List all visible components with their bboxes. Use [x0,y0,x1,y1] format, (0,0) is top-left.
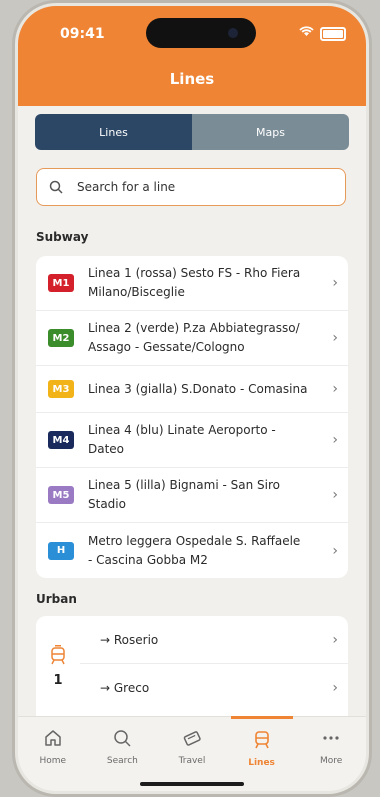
line-title: Linea 3 (gialla) S.Donato - Comasina [88,381,308,396]
segment-lines[interactable]: Lines [35,114,192,150]
search-icon [112,729,132,751]
line-subtitle: - Cascina Gobba M2 [88,552,208,567]
line-title: Linea 4 (blu) Linate Aeroporto - [88,423,276,437]
section-title-urban: Urban [36,592,77,606]
route-destination: → Roserio [100,632,159,647]
line-subtitle: Dateo [88,442,125,456]
line-row-m1[interactable]: M1 Linea 1 (rossa) Sesto FS - Rho Fiera M… [36,256,348,311]
tab-label: Travel [178,756,206,766]
line-badge: H [48,541,74,560]
urban-line-number: 1 [53,672,63,688]
battery-icon [320,26,346,41]
wifi-icon [299,26,314,41]
chevron-right-icon: › [332,679,338,696]
tab-label: Lines [248,758,275,768]
line-badge: M2 [48,329,74,347]
urban-line-group: 1 [36,616,80,716]
subway-card: M1 Linea 1 (rossa) Sesto FS - Rho Fiera M… [36,256,348,578]
tab-bar: Home Search Travel Lines More [18,716,366,791]
line-row-m3[interactable]: M3 Linea 3 (gialla) S.Donato - Comasina … [36,366,348,413]
line-row-h[interactable]: H Metro leggera Ospedale S. Raffaele - Ca… [36,523,348,578]
chevron-right-icon: › [332,381,338,397]
line-subtitle: Milano/Bisceglie [88,285,185,299]
tab-travel[interactable]: Travel [157,717,227,791]
line-badge: M3 [48,380,74,398]
line-title: Linea 1 (rossa) Sesto FS - Rho Fiera [88,266,301,280]
section-title-subway: Subway [36,230,89,244]
line-badge: M5 [48,486,74,504]
tram-icon [252,729,272,753]
search-icon [49,180,71,194]
tab-lines[interactable]: Lines [227,716,297,791]
segment-maps[interactable]: Maps [192,114,349,150]
ticket-icon [182,729,202,751]
chevron-right-icon: › [332,432,338,448]
line-row-m4[interactable]: M4 Linea 4 (blu) Linate Aeroporto - Dateo… [36,413,348,468]
line-badge: M1 [48,274,74,292]
tab-more[interactable]: More [296,717,366,791]
chevron-right-icon: › [332,275,338,291]
page-title: Lines [169,70,215,88]
chevron-right-icon: › [332,631,338,648]
home-indicator [140,782,244,786]
tab-label: More [320,756,343,766]
more-icon [321,729,341,751]
status-icons [299,26,346,41]
status-time: 09:41 [60,26,105,42]
search-input[interactable]: Search for a line [36,168,346,206]
line-title: Linea 2 (verde) P.za Abbiategrasso/ [88,321,300,335]
tab-label: Search [106,756,138,766]
line-badge: M4 [48,431,74,449]
line-title: Metro leggera Ospedale S. Raffaele [88,533,301,548]
tab-search[interactable]: Search [88,717,158,791]
tab-home[interactable]: Home [18,717,88,791]
line-subtitle: Stadio [88,497,126,511]
urban-card: 1 → Roserio › → Greco › [36,616,348,716]
route-destination: → Greco [100,680,150,695]
chevron-right-icon: › [332,330,338,346]
dynamic-island [146,18,256,48]
chevron-right-icon: › [332,487,338,503]
tab-label: Home [39,756,67,766]
chevron-right-icon: › [332,542,338,559]
line-row-m5[interactable]: M5 Linea 5 (lilla) Bignami - San Siro Sta… [36,468,348,523]
line-title: Linea 5 (lilla) Bignami - San Siro [88,478,280,492]
home-icon [43,729,63,751]
line-row-m2[interactable]: M2 Linea 2 (verde) P.za Abbiategrasso/As… [36,311,348,366]
segmented-control: Lines Maps [35,114,349,150]
urban-route-row[interactable]: → Greco › [80,664,348,711]
tram-icon [50,644,66,669]
search-placeholder: Search for a line [77,180,176,194]
header: 09:41 Lines [18,6,366,106]
tab-active-indicator [230,716,293,719]
phone-screen: 09:41 Lines Lines Maps Search for a line… [18,6,366,791]
urban-route-row[interactable]: → Roserio › [80,616,348,664]
line-subtitle: Assago - Gessate/Cologno [88,340,245,354]
